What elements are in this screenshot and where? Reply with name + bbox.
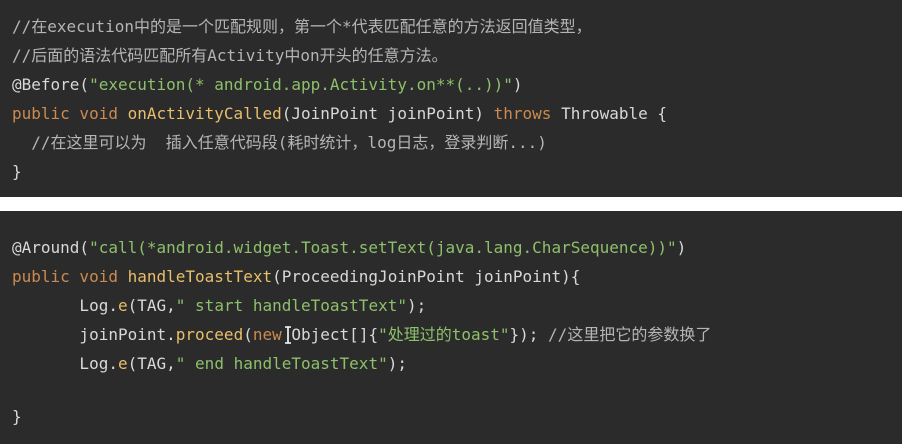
before-annotation-close: )	[512, 75, 523, 94]
log-start-line: Log.e(TAG," start handleToastText");	[12, 291, 426, 320]
log-end-line: Log.e(TAG," end handleToastText");	[12, 349, 407, 378]
log-class: Log.	[12, 296, 118, 315]
public-void-keyword: public void	[12, 104, 128, 123]
proceed-open: (	[243, 325, 253, 344]
text-cursor-icon	[285, 326, 291, 344]
log-e-method: e	[117, 354, 128, 373]
method-name-onactivitycalled: onActivityCalled	[127, 104, 282, 123]
around-pointcut-string: "call(*android.widget.Toast.setText(java…	[89, 238, 677, 257]
log-args-open: (TAG,	[127, 296, 176, 315]
before-annotation-line: @Before("execution(* android.app.Activit…	[12, 70, 523, 99]
log-args-open: (TAG,	[127, 354, 176, 373]
around-annotation: @Around(	[12, 238, 90, 257]
panel-divider	[0, 197, 902, 211]
method-signature-line: public void onActivityCalled(JoinPoint j…	[12, 99, 667, 128]
log-class: Log.	[12, 354, 118, 373]
closing-brace: }	[12, 162, 22, 181]
throwable-type: Throwable {	[561, 104, 668, 123]
before-annotation: @Before(	[12, 75, 90, 94]
log-args-close: );	[387, 354, 407, 373]
processed-toast-string: "处理过的toast"	[378, 325, 510, 344]
method-params: (JoinPoint joinPoint)	[281, 104, 494, 123]
public-void-keyword: public void	[12, 267, 128, 286]
code-panel-before: //在execution中的是一个匹配规则，第一个*代表匹配任意的方法返回值类型…	[0, 0, 902, 197]
log-args-close: );	[406, 296, 427, 315]
proceed-line: joinPoint.proceed(new Object[]{"处理过的toas…	[12, 320, 711, 349]
around-annotation-line: @Around("call(*android.widget.Toast.setT…	[12, 233, 686, 262]
new-keyword: new	[252, 325, 282, 344]
log-end-string: " end handleToastText"	[175, 354, 388, 373]
comment-line-1: //在execution中的是一个匹配规则，第一个*代表匹配任意的方法返回值类型…	[12, 17, 592, 36]
proceed-close: });	[509, 325, 549, 344]
proceed-comment: //这里把它的参数换了	[548, 325, 712, 344]
object-array: Object[]{	[281, 325, 379, 344]
joinpoint-object: joinPoint.	[12, 325, 176, 344]
log-start-string: " start handleToastText"	[175, 296, 407, 315]
around-annotation-close: )	[676, 238, 687, 257]
log-e-method: e	[117, 296, 128, 315]
proceed-method: proceed	[175, 325, 244, 344]
before-pointcut-string: "execution(* android.app.Activity.on**(.…	[89, 75, 513, 94]
body-comment-line: //在这里可以为 插入任意代码段(耗时统计，log日志，登录判断...)	[12, 133, 547, 152]
method-params: (ProceedingJoinPoint joinPoint){	[272, 267, 581, 286]
code-panel-around: @Around("call(*android.widget.Toast.setT…	[0, 211, 902, 444]
throws-keyword: throws	[493, 104, 562, 123]
method-name-handletoasttext: handleToastText	[127, 267, 273, 286]
handle-method-signature-line: public void handleToastText(ProceedingJo…	[12, 262, 580, 291]
comment-line-2: //后面的语法代码匹配所有Activity中on开头的任意方法。	[12, 46, 448, 65]
closing-brace: }	[12, 407, 22, 426]
